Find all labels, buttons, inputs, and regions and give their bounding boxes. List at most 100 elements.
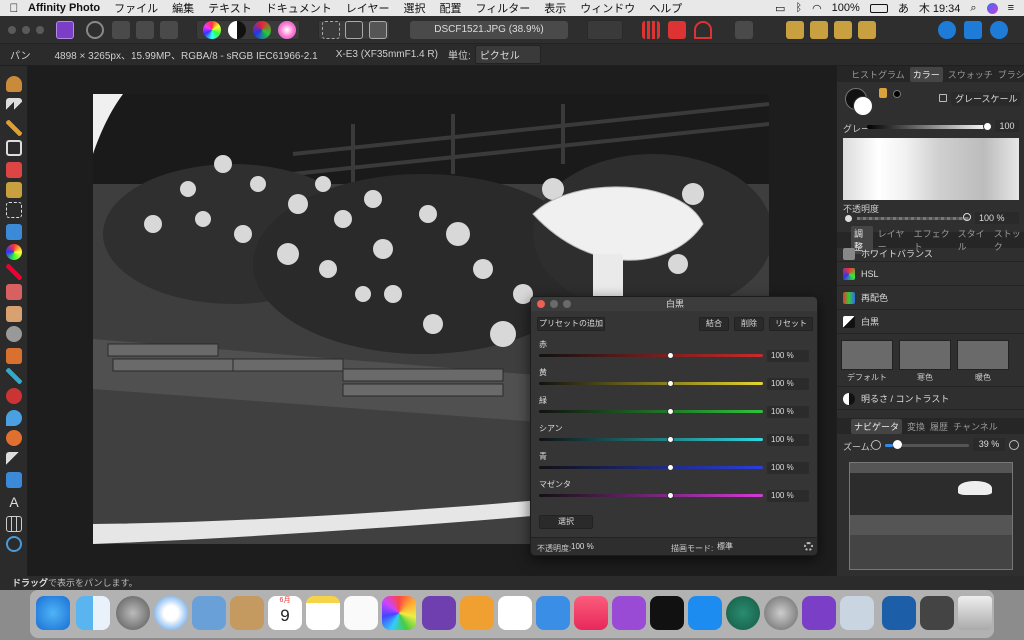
- zoom-out-icon[interactable]: [871, 440, 881, 450]
- colour-picker-icon[interactable]: [6, 120, 22, 136]
- menu-text[interactable]: テキスト: [208, 0, 252, 16]
- slider-track-cyan[interactable]: [539, 438, 763, 441]
- move-tool-icon[interactable]: [6, 98, 22, 114]
- unit-select[interactable]: ピクセル: [474, 45, 541, 64]
- mesh-warp-icon[interactable]: [6, 516, 22, 532]
- zoom-slider-knob[interactable]: [893, 440, 902, 449]
- grid-icon[interactable]: [642, 21, 660, 39]
- bluetooth-icon[interactable]: ᛒ: [795, 2, 802, 14]
- affinity-designer-dock-icon[interactable]: [882, 596, 916, 630]
- arrange-back-icon[interactable]: [786, 21, 804, 39]
- blend-mode-select[interactable]: 標準: [713, 541, 799, 553]
- preview-dock-icon[interactable]: [840, 596, 874, 630]
- assistant-icon[interactable]: [735, 21, 753, 39]
- navigator-thumbnail[interactable]: [849, 462, 1013, 570]
- hand-tool-icon[interactable]: [6, 76, 22, 92]
- slider-knob-blue[interactable]: [667, 464, 674, 471]
- rect-marquee-icon[interactable]: [6, 202, 22, 218]
- notes-dock-icon[interactable]: [306, 596, 340, 630]
- arrange-top-icon[interactable]: [858, 21, 876, 39]
- siri-icon[interactable]: [986, 2, 998, 14]
- battery-icon[interactable]: [869, 3, 888, 13]
- studio-layers-icon[interactable]: [964, 21, 982, 39]
- slider-knob-red[interactable]: [667, 352, 674, 359]
- slider-value-magenta[interactable]: 100 %: [767, 490, 809, 502]
- slider-value-green[interactable]: 100 %: [767, 406, 809, 418]
- crop-tool-icon[interactable]: [6, 140, 22, 156]
- slider-track-blue[interactable]: [539, 466, 763, 469]
- menu-edit[interactable]: 編集: [172, 0, 194, 16]
- clone-brush-icon[interactable]: [6, 348, 22, 364]
- wifi-icon[interactable]: ◠: [812, 2, 822, 15]
- smudge-brush-icon[interactable]: [6, 326, 22, 342]
- stroke-colour-swatch[interactable]: [853, 96, 873, 116]
- gear-icon[interactable]: [804, 542, 813, 551]
- magnet-icon[interactable]: [694, 21, 712, 39]
- tone-mapping-persona-icon[interactable]: [136, 21, 154, 39]
- lock-icon[interactable]: [939, 94, 947, 102]
- podcasts-dock-icon[interactable]: [612, 596, 646, 630]
- slider-knob-green[interactable]: [667, 408, 674, 415]
- slider-track-magenta[interactable]: [539, 494, 763, 497]
- eyedropper-icon[interactable]: [879, 88, 887, 98]
- flood-fill-icon[interactable]: [6, 224, 22, 240]
- apple-icon[interactable]: : [0, 1, 28, 15]
- flood-select-icon[interactable]: [6, 182, 22, 198]
- slider-value-blue[interactable]: 100 %: [767, 462, 809, 474]
- liquify-persona-icon[interactable]: [86, 21, 104, 39]
- grey-value[interactable]: 100: [995, 120, 1019, 132]
- airplay-icon[interactable]: ▭: [775, 2, 785, 15]
- finder-dock-icon[interactable]: [76, 596, 110, 630]
- slider-value-yellow[interactable]: 100 %: [767, 378, 809, 390]
- selection-mode-icon[interactable]: [345, 21, 363, 39]
- search-icon[interactable]: ⌕: [970, 2, 976, 15]
- paint-brush-icon[interactable]: [6, 264, 22, 280]
- black-swatch-icon[interactable]: [893, 90, 901, 98]
- red-eye-icon[interactable]: [6, 388, 22, 404]
- merge-button[interactable]: 結合: [699, 317, 729, 331]
- selection-brush-icon[interactable]: [6, 162, 22, 178]
- colour-wells[interactable]: [845, 88, 875, 118]
- traffic-zoom-icon[interactable]: [36, 26, 44, 34]
- mail-dock-icon[interactable]: [192, 596, 226, 630]
- shape-tool-icon[interactable]: [6, 472, 22, 488]
- menubar-clock[interactable]: 木 19:34: [919, 0, 961, 16]
- menu-document[interactable]: ドキュメント: [266, 0, 332, 16]
- tab-channels[interactable]: チャンネル: [953, 420, 998, 433]
- adj-black-white[interactable]: 白黒: [837, 310, 1024, 334]
- system-preferences-dock-icon[interactable]: [764, 596, 798, 630]
- reminders-dock-icon[interactable]: [344, 596, 378, 630]
- grey-slider-knob[interactable]: [983, 122, 992, 131]
- erase-brush-icon[interactable]: [6, 284, 22, 300]
- studio-panels-icon[interactable]: [938, 21, 956, 39]
- slider-knob-cyan[interactable]: [667, 436, 674, 443]
- tab-colour[interactable]: カラー: [909, 66, 943, 82]
- tab-histogram[interactable]: ヒストグラム: [851, 68, 905, 81]
- menu-filters[interactable]: フィルター: [475, 0, 530, 16]
- menu-layer[interactable]: レイヤー: [346, 0, 390, 16]
- app-store-dock-icon[interactable]: [688, 596, 722, 630]
- app-menu[interactable]: Affinity Photo: [28, 2, 100, 14]
- arrange-forward-icon[interactable]: [810, 21, 828, 39]
- tab-navigator[interactable]: ナビゲータ: [851, 418, 903, 434]
- tab-history[interactable]: 履歴: [930, 420, 948, 433]
- launchpad-dock-icon[interactable]: [116, 596, 150, 630]
- screenshot-dock-icon[interactable]: [920, 596, 954, 630]
- menu-window[interactable]: ウィンドウ: [580, 0, 635, 16]
- zoom-in-icon[interactable]: [1009, 440, 1019, 450]
- menu-select[interactable]: 選択: [403, 0, 425, 16]
- healing-brush-icon[interactable]: [6, 368, 22, 384]
- grey-slider[interactable]: [867, 125, 989, 129]
- document-tab[interactable]: DSCF1521.JPG (38.9%): [410, 21, 568, 39]
- photos-dock-icon[interactable]: [382, 596, 416, 630]
- slider-track-green[interactable]: [539, 410, 763, 413]
- affinity-photo-dock-icon[interactable]: [422, 596, 456, 630]
- select-button[interactable]: 選択: [539, 515, 593, 529]
- tab-swatches[interactable]: スウォッチ: [948, 68, 993, 81]
- dialog-zoom-icon[interactable]: [563, 300, 571, 308]
- keyboard-input-icon[interactable]: あ: [898, 0, 909, 16]
- control-center-icon[interactable]: ≡: [1008, 2, 1014, 14]
- tab-transform[interactable]: 変換: [907, 420, 925, 433]
- dialog-minimize-icon[interactable]: [550, 300, 558, 308]
- menu-view[interactable]: 表示: [544, 0, 566, 16]
